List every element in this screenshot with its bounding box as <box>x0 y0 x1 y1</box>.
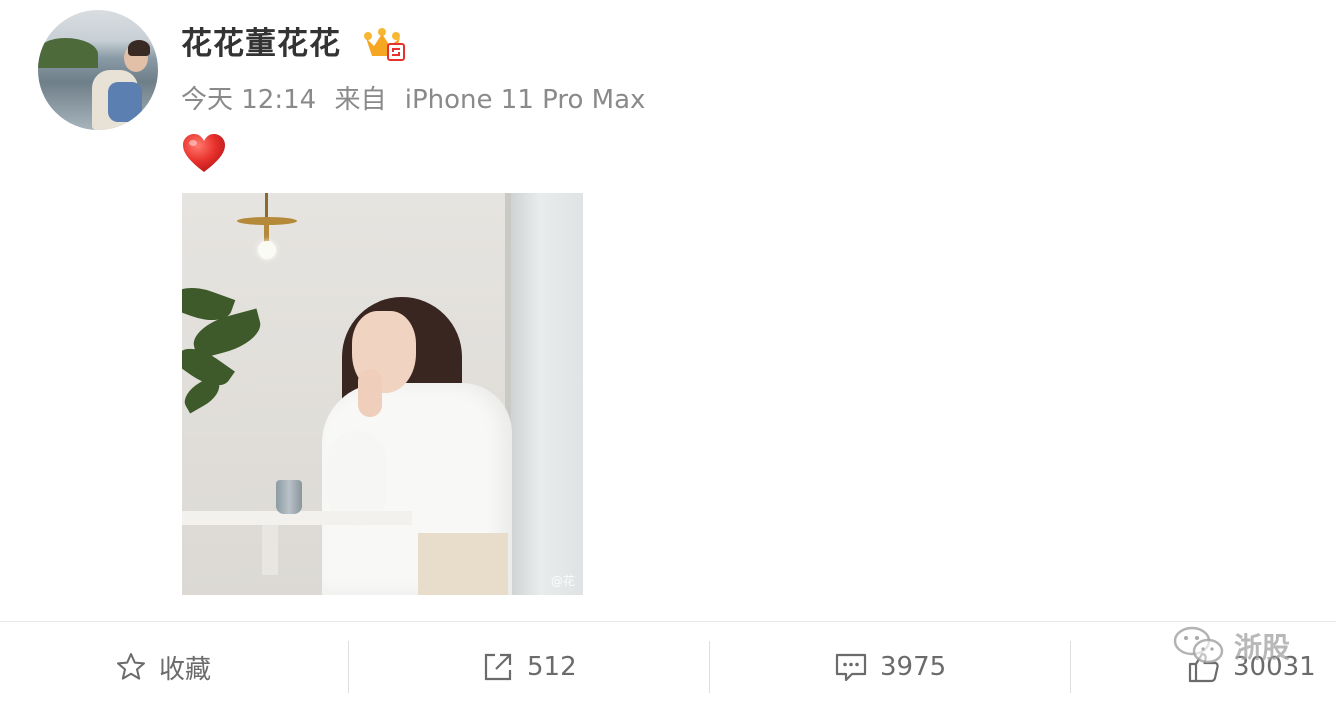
post-meta: 今天 12:14 来自 iPhone 11 Pro Max <box>181 82 645 118</box>
favorite-button[interactable]: 收藏 <box>115 643 211 691</box>
overlay-watermark: 浙股 <box>1172 622 1290 670</box>
crown-vip-icon[interactable] <box>362 26 406 62</box>
share-icon <box>484 653 512 681</box>
comment-count: 3975 <box>880 652 947 682</box>
photo-window <box>511 193 583 595</box>
avatar-background <box>38 38 98 68</box>
action-bar-divider <box>0 621 1336 622</box>
avatar-figure-hair <box>128 40 150 56</box>
action-separator <box>1070 641 1071 693</box>
repost-count: 512 <box>527 652 577 682</box>
star-icon <box>117 653 145 680</box>
action-separator <box>348 641 349 693</box>
heart-icon <box>183 134 225 172</box>
avatar-figure-arm <box>108 82 142 122</box>
photo-cup <box>276 480 302 514</box>
photo-table-leg <box>262 525 278 575</box>
favorite-label: 收藏 <box>159 654 212 685</box>
image-watermark: @花 <box>550 574 575 588</box>
repost-button[interactable]: 512 <box>481 643 577 691</box>
avatar[interactable] <box>38 10 158 130</box>
photo-lamp <box>265 193 268 219</box>
photo-subject-pants <box>418 533 508 595</box>
photo-subject-hand <box>358 369 382 417</box>
action-separator <box>709 641 710 693</box>
photo-lamp-bulb <box>258 241 276 259</box>
post-device[interactable]: iPhone 11 Pro Max <box>405 85 646 115</box>
overlay-watermark-text: 浙股 <box>1234 631 1291 664</box>
comment-icon <box>835 653 867 682</box>
comment-button[interactable]: 3975 <box>834 643 946 691</box>
wechat-icon <box>1173 626 1224 664</box>
username[interactable]: 花花董花花 <box>181 24 341 64</box>
post-time: 今天 12:14 <box>181 85 317 115</box>
post-source-prefix: 来自 <box>334 85 387 115</box>
post-image[interactable]: @花 <box>182 193 583 595</box>
